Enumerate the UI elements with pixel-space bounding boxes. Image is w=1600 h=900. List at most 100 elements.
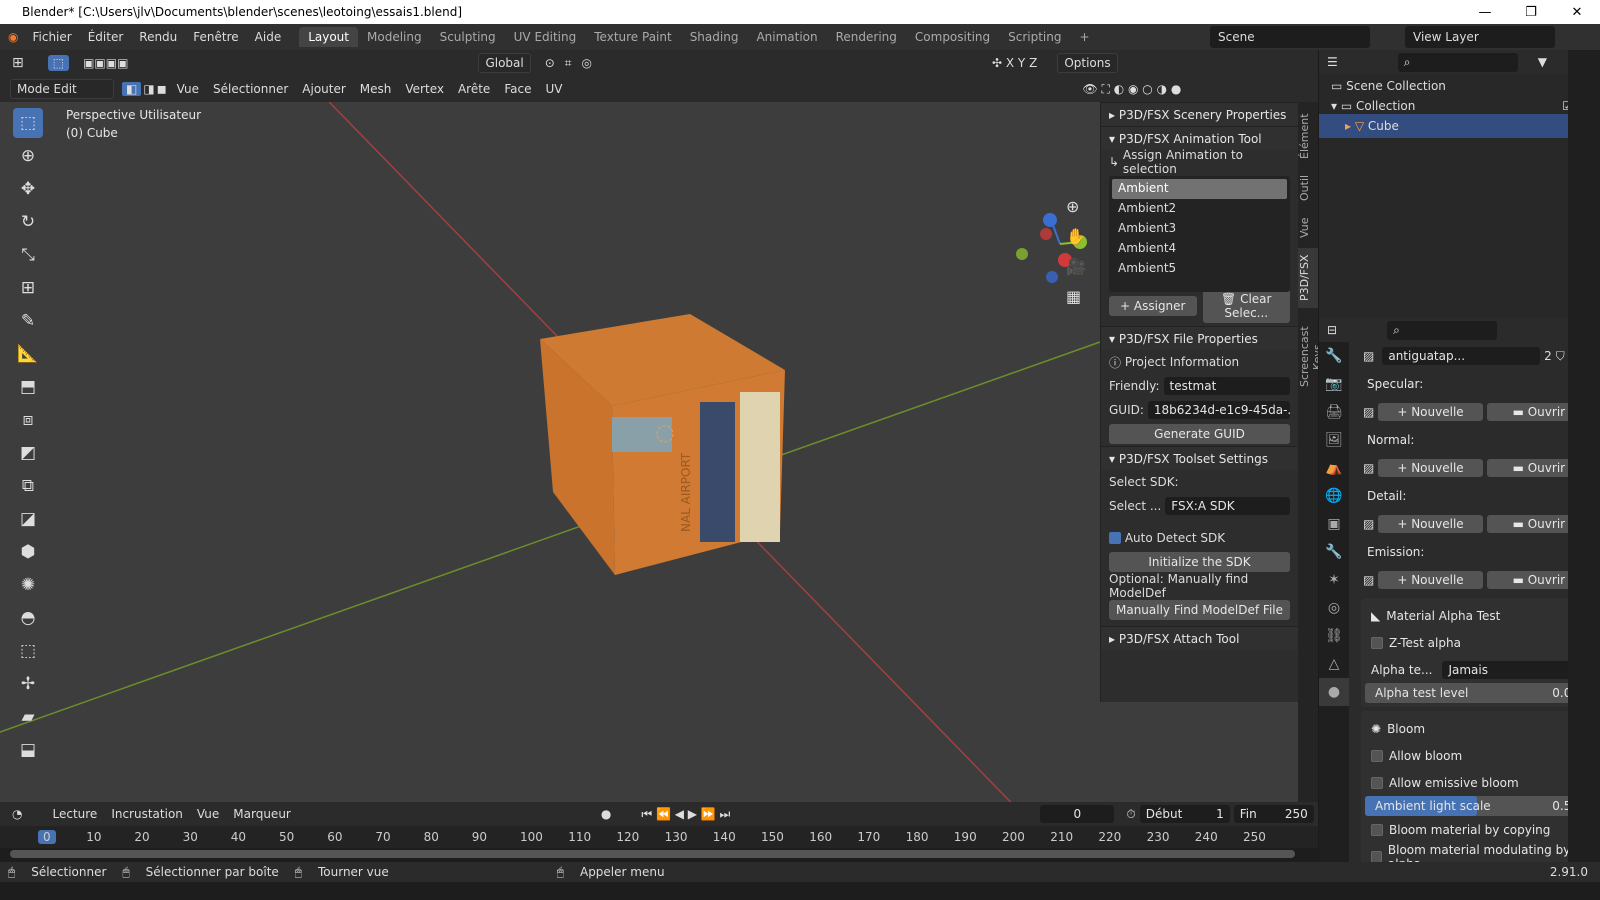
alpha-level-slider[interactable]: Alpha test level 0.00 (1365, 683, 1589, 703)
physics-tab-icon[interactable]: ◎ (1319, 594, 1349, 622)
start-frame-field[interactable]: Début 1 (1139, 805, 1230, 823)
select-mode-face-icon[interactable]: ◼ (157, 82, 167, 96)
menu-timeline-vue[interactable]: Vue (197, 807, 219, 821)
tab-compositing[interactable]: Compositing (906, 27, 999, 47)
image-icon[interactable]: ▨ (1363, 349, 1374, 363)
list-item[interactable]: Ambient2 (1112, 199, 1287, 219)
menu-lecture[interactable]: Lecture (52, 807, 97, 821)
menu-marqueur[interactable]: Marqueur (233, 807, 291, 821)
tab-sculpting[interactable]: Sculpting (431, 27, 505, 47)
transform-orientation-dropdown[interactable]: Global (478, 53, 531, 73)
measure-tool-icon[interactable]: 📐 (13, 339, 43, 369)
object-tab-icon[interactable]: ▣ (1319, 510, 1349, 538)
section-animation[interactable]: ▾ P3D/FSX Animation Tool (1101, 126, 1298, 150)
outliner-type-icon[interactable]: ☰ (1327, 55, 1338, 69)
section-file[interactable]: ▾ P3D/FSX File Properties (1101, 326, 1298, 350)
tab-rendering[interactable]: Rendering (827, 27, 906, 47)
mirror-xyz-icons[interactable]: ✣ X Y Z (992, 56, 1037, 70)
modifier-tab-icon[interactable]: 🔧 (1319, 538, 1349, 566)
transform-tool-icon[interactable]: ⊞ (13, 273, 43, 303)
close-button[interactable]: ✕ (1554, 5, 1600, 20)
rip-tool-icon[interactable]: ⬓ (13, 735, 43, 765)
section-attach[interactable]: ▸ P3D/FSX Attach Tool (1101, 626, 1298, 650)
smooth-tool-icon[interactable]: ◓ (13, 603, 43, 633)
menu-arete[interactable]: Arête (458, 82, 490, 96)
emissive-bloom-row[interactable]: Allow emissive bloom (1365, 769, 1589, 796)
menu-editer[interactable]: Éditer (80, 30, 132, 44)
image-icon[interactable]: ▨ (1363, 573, 1374, 587)
tab-shading[interactable]: Shading (681, 27, 748, 47)
rotate-tool-icon[interactable]: ↻ (13, 207, 43, 237)
props-search[interactable]: ⌕ (1387, 320, 1498, 340)
menu-rendu[interactable]: Rendu (131, 30, 185, 44)
manual-modeldef-button[interactable]: Manually Find ModelDef File (1109, 600, 1290, 620)
menu-face[interactable]: Face (504, 82, 531, 96)
allow-bloom-row[interactable]: Allow bloom (1365, 742, 1589, 769)
bevel-tool-icon[interactable]: ◩ (13, 438, 43, 468)
image-icon[interactable]: ▨ (1363, 461, 1374, 475)
tab-animation[interactable]: Animation (747, 27, 826, 47)
menu-fichier[interactable]: Fichier (24, 30, 79, 44)
ztest-checkbox[interactable] (1371, 636, 1383, 649)
grid-ortho-icon[interactable]: ▦ (1066, 282, 1086, 312)
autodetect-row[interactable]: Auto Detect SDK (1101, 526, 1298, 550)
ambient-light-slider[interactable]: Ambient light scale 0.50 (1365, 796, 1589, 816)
tool-tab-icon[interactable]: 🔧 (1319, 342, 1349, 370)
bloom-copying-checkbox[interactable] (1371, 823, 1383, 836)
timeline-scrollbar[interactable] (10, 850, 1295, 858)
list-item[interactable]: Ambient4 (1112, 239, 1287, 259)
texture-name-field[interactable]: antiguatap... (1382, 347, 1541, 365)
tab-layout[interactable]: Layout (299, 27, 358, 47)
emissive-bloom-checkbox[interactable] (1371, 776, 1383, 789)
autodetect-checkbox[interactable] (1109, 532, 1121, 544)
timeline-type-icon[interactable]: ◔ (12, 807, 22, 821)
add-workspace-button[interactable]: + (1071, 27, 1099, 47)
alpha-test-header[interactable]: ◣ Material Alpha Test (1365, 602, 1589, 629)
shading-icons[interactable]: 👁 ⛶ ◐ ◉ ○ ◑ ● (1082, 82, 1181, 97)
render-tab-icon[interactable]: 📷 (1319, 370, 1349, 398)
bloom-header[interactable]: ✺ Bloom (1365, 715, 1589, 742)
output-tab-icon[interactable]: 🖨 (1319, 398, 1349, 426)
scene-tab-icon[interactable]: ⛺ (1319, 454, 1349, 482)
list-item[interactable]: Ambient (1112, 179, 1287, 199)
alpha-te-dropdown[interactable]: Jamais (1442, 660, 1583, 679)
select-box-tool-icon[interactable]: ⬚ (13, 108, 43, 138)
proportional-icon[interactable]: ◎ (582, 56, 592, 70)
list-item[interactable]: Ambient5 (1112, 259, 1287, 279)
section-scenery[interactable]: ▸ P3D/FSX Scenery Properties (1101, 102, 1298, 126)
tab-modeling[interactable]: Modeling (358, 27, 431, 47)
camera-icon[interactable]: 🎥 (1066, 252, 1086, 282)
tab-outil[interactable]: Outil (1298, 168, 1318, 208)
tab-vue[interactable]: Vue (1298, 210, 1318, 246)
data-tab-icon[interactable]: △ (1319, 650, 1349, 678)
timeline-ruler[interactable]: 0 10 20 30 40 50 60 70 80 90 100 110 120 130 140 150 160… (0, 826, 1318, 848)
specular-new-button[interactable]: + Nouvelle (1378, 403, 1483, 421)
blender-logo-icon[interactable]: ◉ (8, 30, 18, 44)
options-dropdown[interactable]: Options (1057, 53, 1118, 73)
tab-scripting[interactable]: Scripting (999, 27, 1070, 47)
viewlayer-selector[interactable]: View Layer (1405, 26, 1555, 48)
detail-new-button[interactable]: + Nouvelle (1378, 515, 1483, 533)
scale-tool-icon[interactable]: ⤡ (13, 240, 43, 270)
move-tool-icon[interactable]: ✥ (13, 174, 43, 204)
editor-type-icon[interactable]: ⊞ (12, 55, 24, 71)
minimize-button[interactable]: — (1462, 5, 1508, 20)
select-tool-icon[interactable]: ⬚ (47, 55, 70, 71)
viewlayer-tab-icon[interactable]: 🖼 (1319, 426, 1349, 454)
maximize-button[interactable]: ❐ (1508, 5, 1554, 20)
bloom-copying-row[interactable]: Bloom material by copying (1365, 816, 1589, 843)
keyframe-icon[interactable]: ● (601, 807, 611, 821)
menu-vue[interactable]: Vue (177, 82, 199, 96)
menu-incrustation[interactable]: Incrustation (111, 807, 183, 821)
initialize-sdk-button[interactable]: Initialize the SDK (1109, 552, 1290, 572)
annotate-tool-icon[interactable]: ✎ (13, 306, 43, 336)
menu-vertex[interactable]: Vertex (405, 82, 444, 96)
ztest-row[interactable]: Z-Test alpha (1365, 629, 1589, 656)
playback-controls-icon[interactable]: ⏮ ⏪ ◀ ▶ ⏩ ⏭ (641, 807, 730, 822)
constraints-tab-icon[interactable]: ⛓ (1319, 622, 1349, 650)
section-toolset[interactable]: ▾ P3D/FSX Toolset Settings (1101, 446, 1298, 470)
normal-new-button[interactable]: + Nouvelle (1378, 459, 1483, 477)
knife-tool-icon[interactable]: ◪ (13, 504, 43, 534)
pivot-icon[interactable]: ⊙ (545, 56, 555, 70)
menu-mesh[interactable]: Mesh (360, 82, 392, 96)
